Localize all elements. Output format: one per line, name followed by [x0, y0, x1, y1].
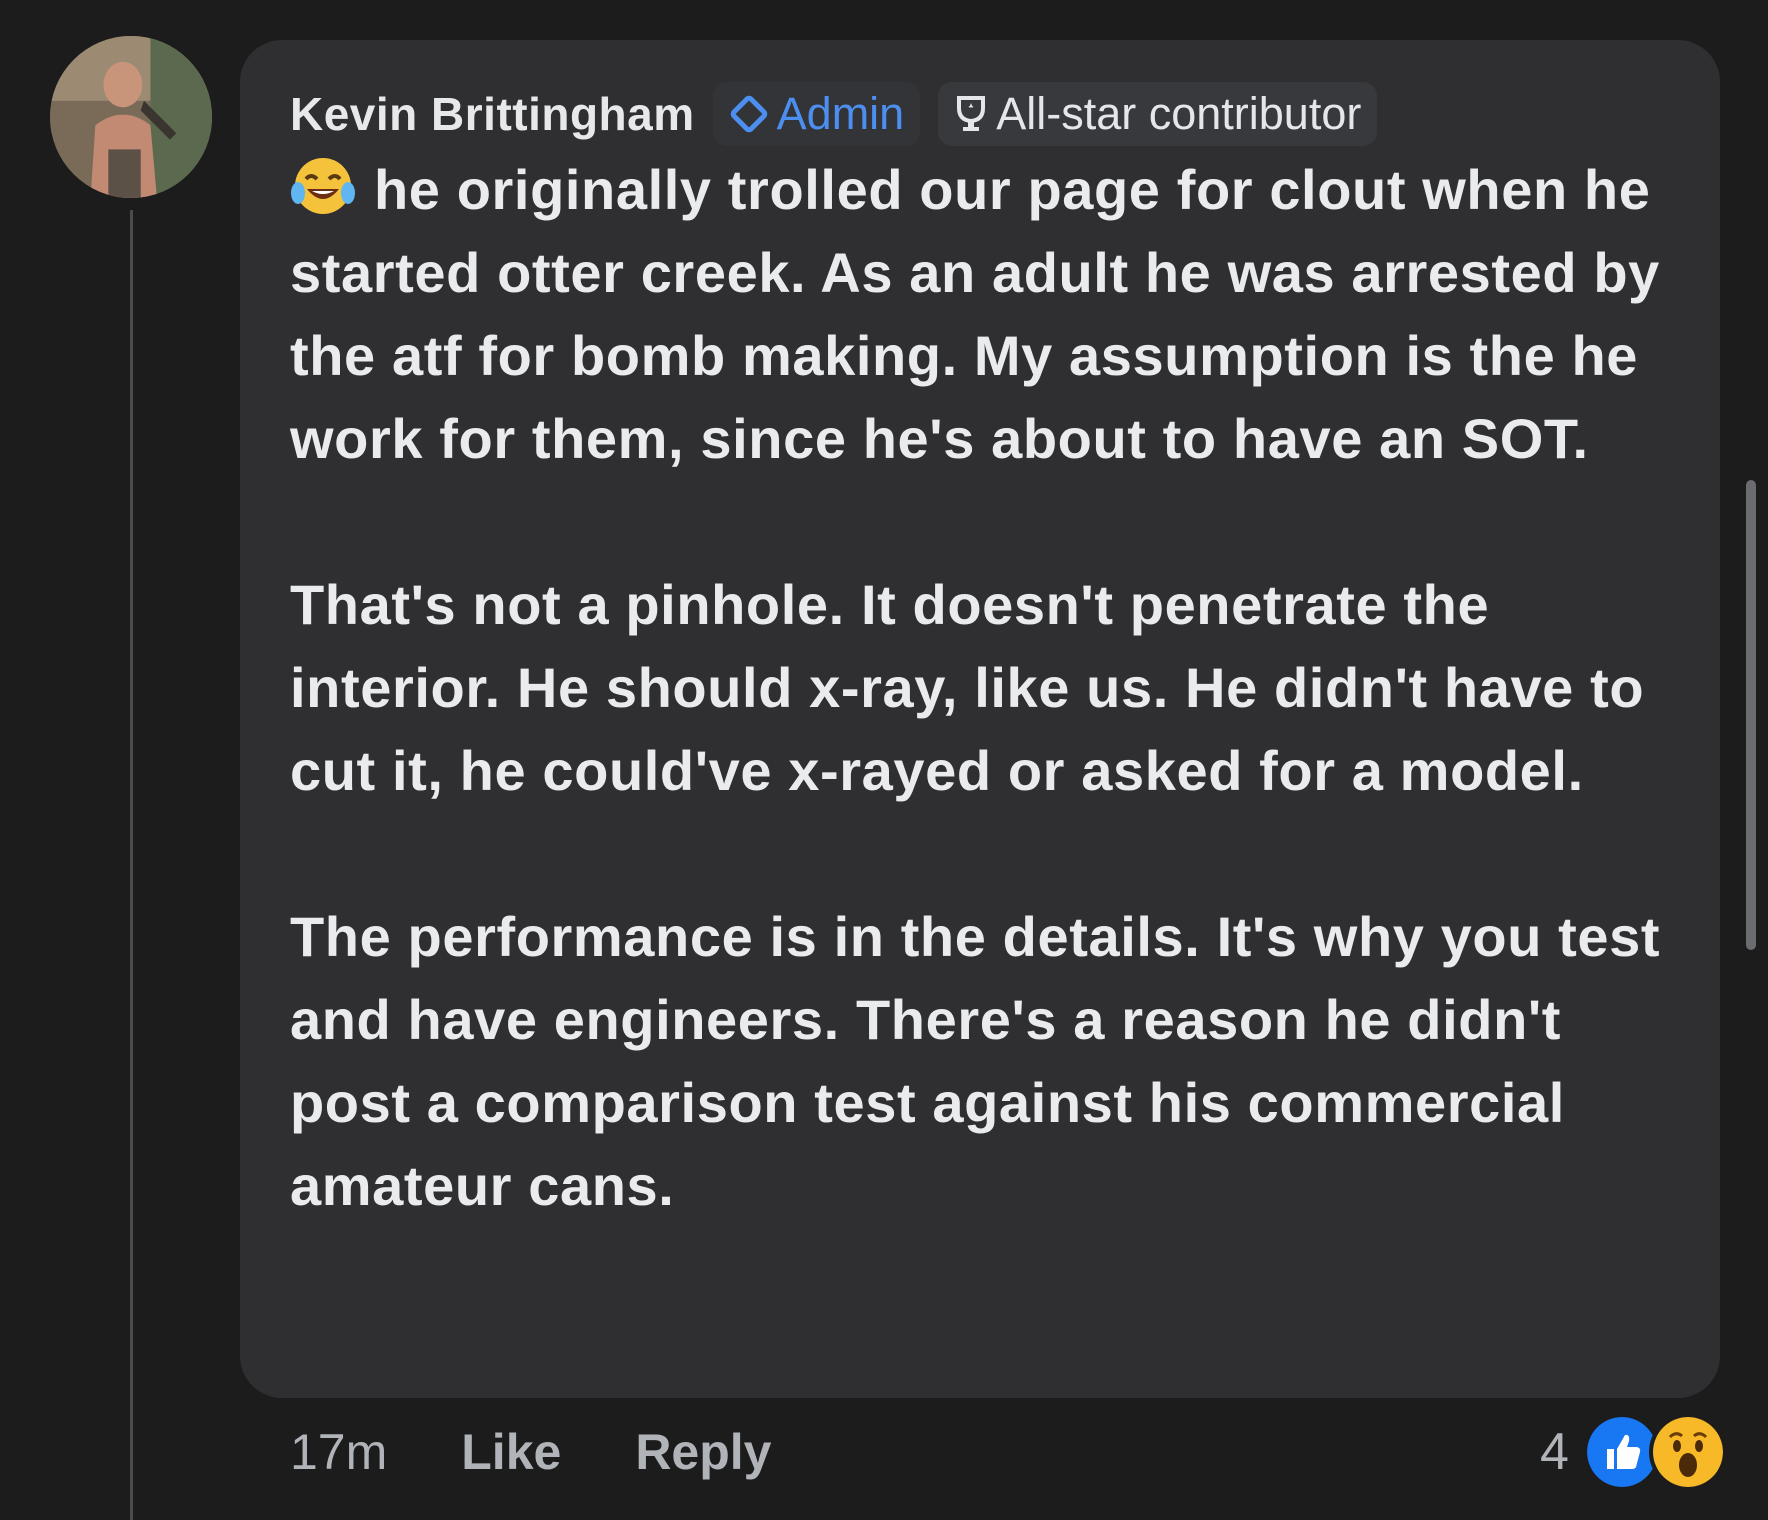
comment-timestamp[interactable]: 17m [290, 1423, 387, 1481]
trophy-icon [957, 96, 986, 131]
admin-badge-label: Admin [776, 88, 905, 139]
comment-paragraph-1-text: he originally trolled our page for clout… [290, 158, 1660, 470]
reaction-count: 4 [1540, 1423, 1569, 1481]
admin-shield-icon [730, 95, 767, 133]
like-button[interactable]: Like [461, 1423, 561, 1481]
comment-footer: 17m Like Reply [290, 1412, 846, 1492]
admin-badge[interactable]: Admin [712, 82, 921, 146]
comment-body: he originally trolled our page for clout… [290, 148, 1690, 1227]
allstar-badge-label: All-star contributor [996, 88, 1362, 139]
comment-thread: Kevin Brittingham Admin All-star contrib… [0, 0, 1768, 1520]
avatar[interactable] [50, 36, 212, 198]
comment-paragraph-1: he originally trolled our page for clout… [290, 148, 1690, 480]
reactions-summary[interactable]: 4 [1540, 1410, 1727, 1494]
comment-header: Kevin Brittingham Admin All-star contrib… [290, 78, 1378, 150]
laughing-tears-emoji [291, 158, 355, 214]
thread-line [130, 210, 133, 1520]
comment-paragraph-3: The performance is in the details. It's … [290, 905, 1661, 1217]
wow-reaction-icon [1648, 1413, 1727, 1491]
author-name[interactable]: Kevin Brittingham [290, 87, 695, 141]
allstar-badge[interactable]: All-star contributor [938, 82, 1378, 146]
avatar-photo [50, 36, 212, 198]
scrollbar[interactable] [1746, 480, 1756, 950]
comment-bubble: Kevin Brittingham Admin All-star contrib… [240, 40, 1720, 1398]
reply-button[interactable]: Reply [635, 1423, 771, 1481]
comment-paragraph-2: That's not a pinhole. It doesn't penetra… [290, 573, 1645, 802]
